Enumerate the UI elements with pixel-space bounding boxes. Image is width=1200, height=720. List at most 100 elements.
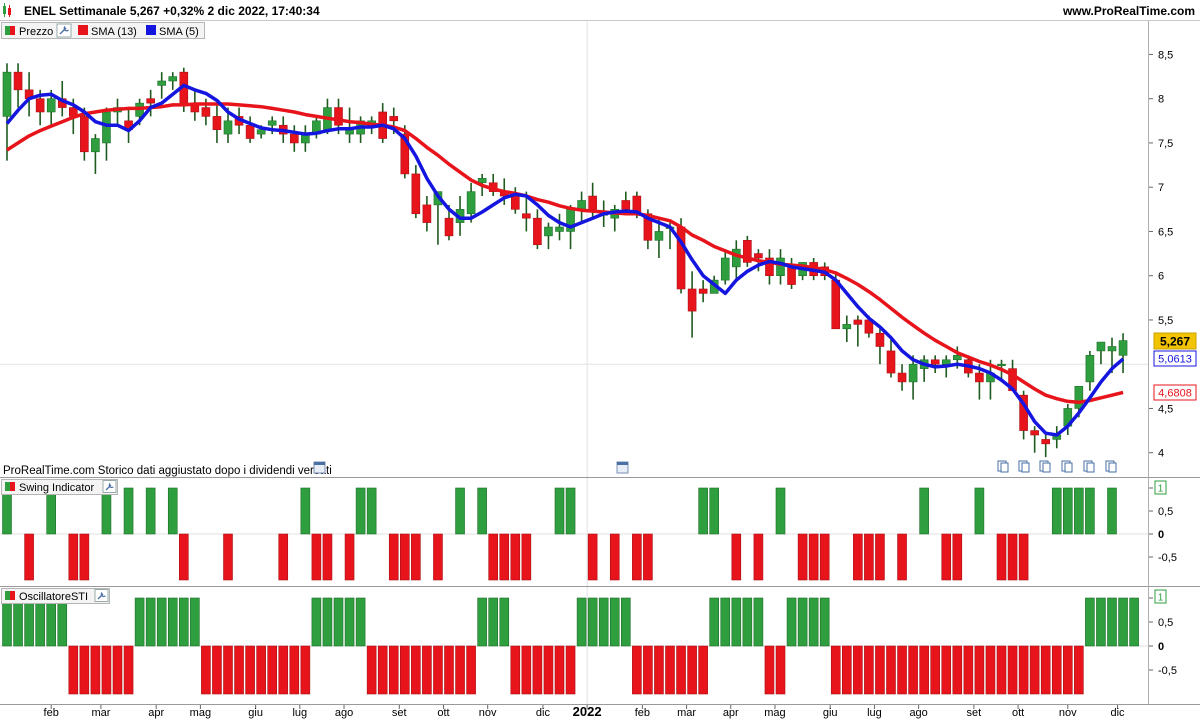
swing-bar-down	[952, 533, 963, 581]
candle-up	[91, 138, 100, 153]
swing-bar-down	[897, 533, 907, 581]
x-tick-label: 2022	[573, 704, 602, 719]
prorealtime-chart[interactable]: 8,5 8 7,5 7 6,5 6 5,5 4,5 4 0,5 0 -0,5 0,5 0 -0,5 fe…	[0, 0, 1200, 720]
candle-up	[466, 191, 476, 215]
candle-down	[212, 116, 222, 130]
candle-up	[223, 120, 233, 135]
osc-bar-up	[333, 597, 344, 647]
swing-bar-down	[179, 533, 189, 581]
candle-up	[1074, 386, 1084, 409]
x-tick-label: dic	[536, 707, 551, 719]
swing-bar-down	[864, 533, 874, 581]
swing-bar-down	[411, 533, 421, 581]
svg-text:4,6808: 4,6808	[1158, 388, 1192, 400]
swing-bar-up	[1063, 487, 1073, 535]
x-tick-label: apr	[723, 707, 739, 719]
swing-bar-down	[996, 533, 1007, 581]
x-tick-label: dic	[1110, 707, 1125, 719]
candle-up	[102, 111, 111, 144]
osc-bar-down	[687, 645, 697, 695]
osc-bar-up	[156, 597, 167, 647]
calendar-icon[interactable]	[616, 461, 629, 474]
osc-bar-down	[543, 645, 554, 695]
swing-bar-down	[853, 533, 863, 581]
candle-up	[2, 71, 12, 117]
osc-bar-down	[985, 645, 996, 695]
osc-bar-down	[830, 645, 841, 695]
osc-bar-down	[300, 645, 311, 695]
x-tick-label: mar	[91, 707, 110, 719]
document-icon[interactable]	[1083, 460, 1095, 473]
calendar-icon[interactable]	[313, 461, 326, 474]
swing-panel[interactable]: 0,5 0 -0,5	[0, 487, 1177, 581]
document-icon[interactable]	[1105, 460, 1117, 473]
osc-panel[interactable]: 0,5 0 -0,5	[0, 597, 1177, 695]
osc-bar-up	[808, 597, 819, 647]
wrench-icon[interactable]	[56, 23, 72, 38]
swing-bar-down	[278, 533, 289, 581]
osc-legend[interactable]: OscillatoreSTI	[1, 588, 110, 604]
swing-bar-down	[223, 533, 233, 581]
swing-y-axis: 0,5 0 -0,5	[1148, 487, 1177, 564]
candle-up	[952, 355, 962, 361]
osc-bar-up	[1085, 597, 1095, 647]
swing-bar-up	[1051, 487, 1062, 535]
sma5-badge: 5,0613	[1153, 350, 1197, 367]
swing-bar-down	[399, 533, 410, 581]
swing-bar-down	[488, 533, 499, 581]
candle-down	[687, 288, 697, 312]
osc-bar-down	[90, 645, 101, 695]
x-tick-label: feb	[44, 707, 59, 719]
candle-down	[533, 217, 542, 246]
price-legend[interactable]: Prezzo SMA (13) SMA (5)	[1, 22, 205, 39]
candle-down	[80, 116, 89, 153]
osc-bar-up	[609, 597, 620, 647]
candle-down	[930, 359, 940, 365]
svg-text:5,0613: 5,0613	[1158, 354, 1192, 366]
price-y-tick-label: 7	[1158, 182, 1164, 194]
osc-bar-down	[864, 645, 874, 695]
brand-link[interactable]: www.ProRealTime.com	[1062, 4, 1195, 18]
candle-up	[908, 363, 918, 383]
osc-badge: 1	[1154, 589, 1167, 604]
document-icon[interactable]	[1039, 460, 1051, 473]
document-icon[interactable]	[1061, 460, 1073, 473]
candle-down	[875, 332, 885, 347]
osc-bar-down	[289, 645, 300, 695]
osc-bar-up	[598, 597, 609, 647]
candle-down	[975, 372, 984, 383]
osc-bar-up	[145, 597, 156, 647]
osc-bar-down	[212, 645, 222, 695]
osc-bar-down	[245, 645, 255, 695]
osc-bar-down	[532, 645, 543, 695]
swing-bar-up	[974, 487, 985, 535]
candle-down	[897, 372, 907, 383]
osc-y-axis: 0,5 0 -0,5	[1148, 597, 1177, 677]
header-bar: ENEL Settimanale 5,267 +0,32% 2 dic 2022…	[0, 0, 1200, 21]
x-axis: feb mar apr mag giu lug ago set ott nov dic 2022 feb…	[44, 704, 1125, 719]
candle-down	[787, 266, 796, 285]
osc-bar-down	[278, 645, 289, 695]
x-tick-label: set	[392, 707, 407, 719]
osc-bar-down	[665, 645, 675, 695]
osc-bar-up	[488, 597, 499, 647]
osc-bar-up	[13, 597, 23, 647]
osc-bar-down	[1029, 645, 1040, 695]
document-icon[interactable]	[997, 460, 1009, 473]
osc-bar-down	[908, 645, 918, 695]
osc-bar-down	[764, 645, 775, 695]
document-icon[interactable]	[1018, 460, 1030, 473]
osc-bar-down	[1063, 645, 1073, 695]
wrench-icon[interactable]	[102, 480, 117, 493]
swing-legend[interactable]: Swing Indicator	[1, 479, 118, 495]
osc-bar-up	[190, 597, 200, 647]
wrench-icon[interactable]	[94, 589, 109, 602]
price-y-tick-label: 4	[1158, 448, 1164, 460]
osc-bar-down	[974, 645, 985, 695]
osc-bar-down	[466, 645, 476, 695]
candle-down	[510, 195, 520, 210]
chart-title: ENEL Settimanale 5,267 +0,32% 2 dic 2022…	[24, 4, 320, 18]
osc-bar-down	[422, 645, 432, 695]
swing-bar-down	[797, 533, 808, 581]
osc-bar-down	[68, 645, 79, 695]
